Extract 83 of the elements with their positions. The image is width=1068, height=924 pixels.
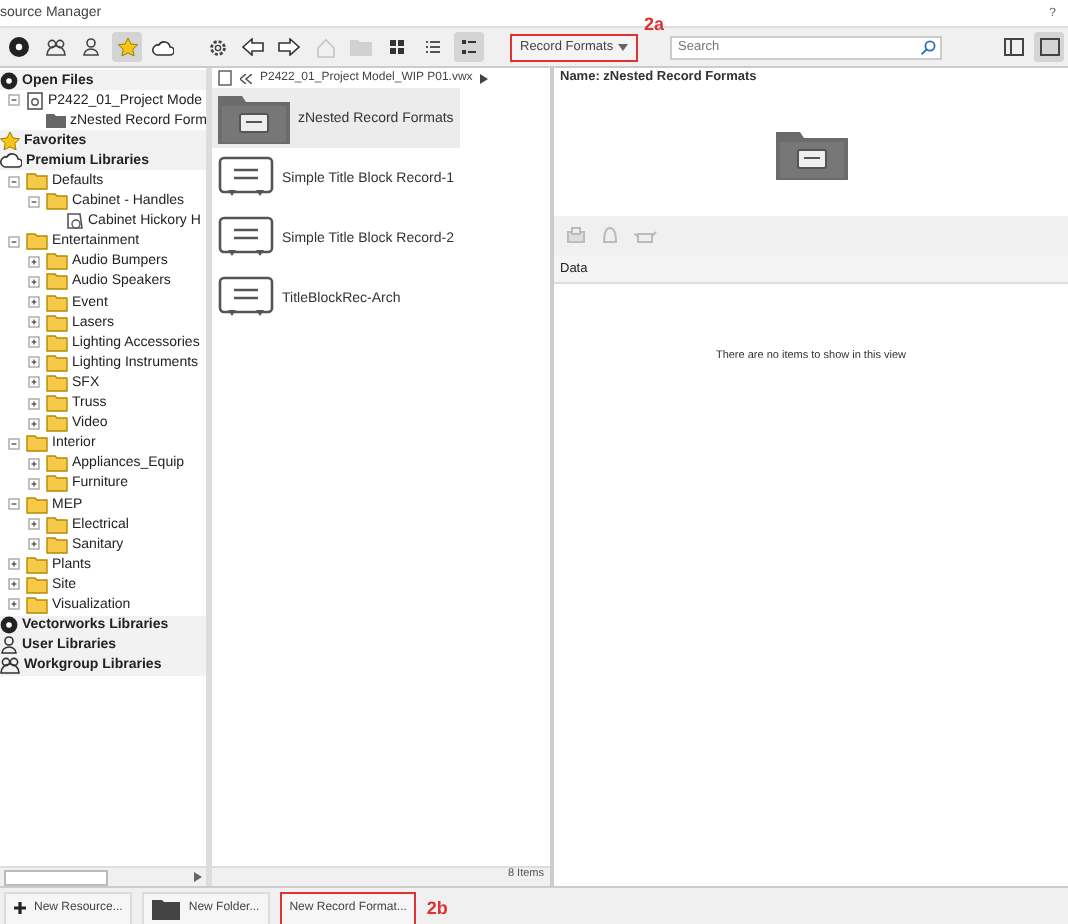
star-icon (117, 38, 137, 56)
search-icon (920, 39, 936, 55)
folder-icon (46, 252, 68, 271)
folder-icon (26, 495, 48, 514)
folder-icon (26, 434, 48, 453)
expand-icon[interactable] (28, 275, 40, 288)
expand-icon[interactable] (8, 578, 20, 591)
folder-icon (46, 313, 68, 332)
expand-icon[interactable] (28, 457, 40, 470)
expand-icon[interactable] (28, 316, 40, 329)
folder-icon (46, 353, 68, 372)
expand-icon[interactable] (28, 518, 40, 531)
view-mode-button[interactable] (454, 32, 484, 62)
right-arrow-icon (278, 38, 300, 56)
right-caret-icon (480, 73, 489, 83)
collapse-icon[interactable] (8, 94, 20, 107)
folder-icon (46, 535, 68, 554)
plus-icon (14, 902, 26, 914)
home-icon (315, 37, 335, 57)
expand-icon[interactable] (28, 397, 40, 410)
caret-down-icon (618, 43, 628, 51)
panel-icon (1039, 38, 1059, 56)
folder-icon (26, 575, 48, 594)
expand-icon[interactable] (8, 598, 20, 611)
forward-button[interactable] (274, 32, 304, 62)
people-icon (45, 38, 65, 56)
folder-icon (46, 293, 68, 312)
annotation-label: 2a (644, 15, 665, 33)
folder-icon (46, 272, 68, 291)
folder-icon (350, 38, 372, 56)
expand-icon[interactable] (28, 376, 40, 389)
folder-icon (46, 394, 68, 413)
folder-icon (46, 474, 68, 493)
panel-toggle-button[interactable] (998, 32, 1028, 62)
document-icon (26, 91, 44, 110)
collapse-icon[interactable] (8, 235, 20, 248)
annotation-label: 2b (426, 898, 448, 918)
folder-icon (46, 454, 68, 473)
collapse-icon[interactable] (28, 195, 40, 208)
folder-icon (152, 897, 181, 919)
panel-icon (1003, 38, 1023, 56)
folder-icon (46, 373, 68, 392)
back-button[interactable] (238, 32, 268, 62)
folder-icon (26, 232, 48, 251)
person-icon (0, 636, 18, 655)
collapse-icon[interactable] (8, 175, 20, 188)
resource-icon (66, 212, 84, 231)
double-left-caret-icon (240, 73, 252, 83)
expand-icon[interactable] (8, 558, 20, 571)
printer-icon (566, 226, 586, 246)
vectorworks-button[interactable] (4, 32, 34, 62)
record-icon (218, 156, 274, 200)
cloud-icon (152, 39, 174, 55)
scrollbar[interactable] (0, 866, 206, 886)
folder-icon (46, 414, 68, 433)
star-icon (0, 131, 20, 150)
record-icon (218, 276, 274, 320)
expand-icon[interactable] (28, 255, 40, 268)
right-caret-icon (194, 872, 202, 882)
collapse-icon[interactable] (8, 437, 20, 450)
person-icon (82, 38, 100, 56)
folder-icon (26, 555, 48, 574)
folder-icon (218, 92, 290, 144)
folder-icon (46, 192, 68, 211)
folder-icon (46, 515, 68, 534)
expand-icon[interactable] (28, 336, 40, 349)
expand-icon[interactable] (28, 417, 40, 430)
expand-icon[interactable] (28, 538, 40, 551)
layout-button[interactable] (1034, 32, 1064, 62)
people-icon (0, 656, 20, 675)
grid-view-icon (388, 38, 406, 56)
gear-icon (207, 37, 227, 57)
left-arrow-icon (242, 38, 264, 56)
expand-icon[interactable] (28, 356, 40, 369)
folder-icon (775, 128, 847, 180)
expand-icon[interactable] (28, 477, 40, 490)
expand-icon[interactable] (28, 296, 40, 309)
disc-icon (8, 36, 30, 58)
details-view-icon (460, 38, 478, 56)
folder-icon (46, 333, 68, 352)
list-view-icon (424, 38, 442, 56)
record-icon (218, 216, 274, 260)
collapse-icon[interactable] (8, 498, 20, 511)
